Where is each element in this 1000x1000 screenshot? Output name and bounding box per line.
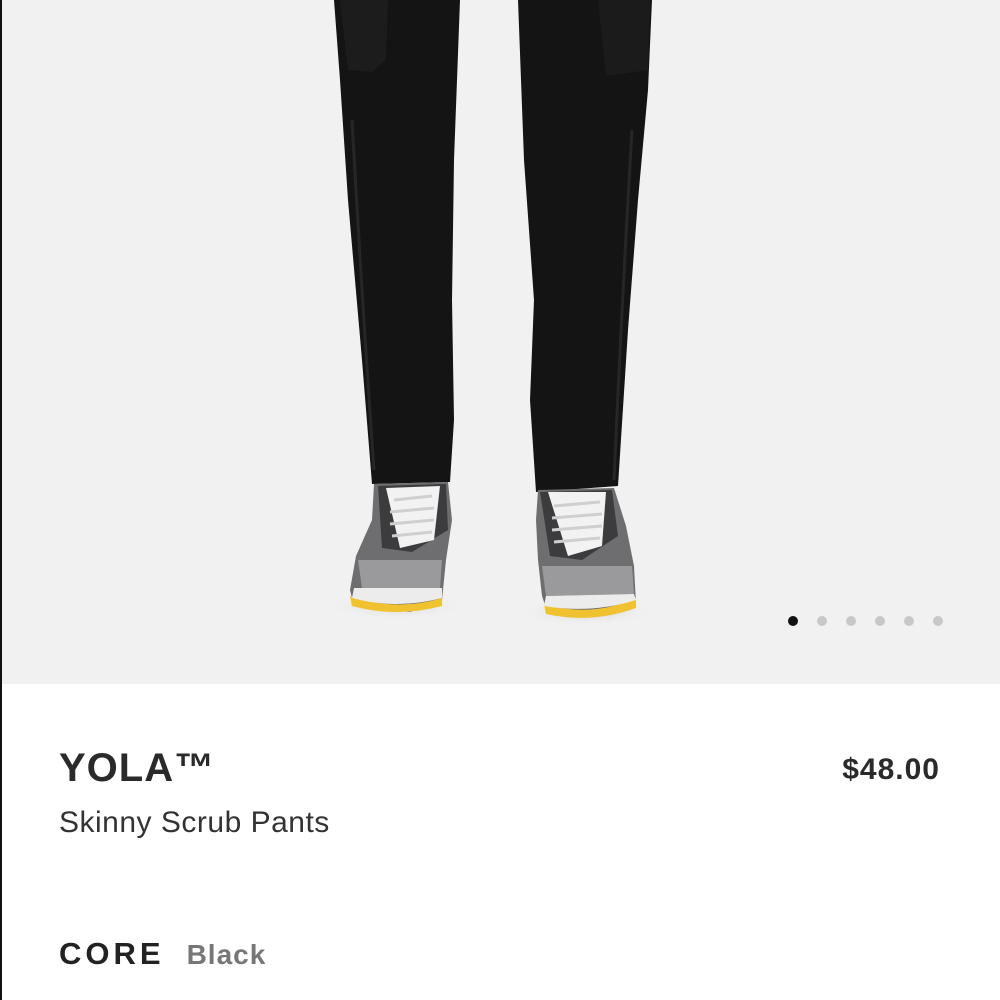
- carousel-dots: [788, 616, 943, 626]
- carousel-dot-4[interactable]: [875, 616, 885, 626]
- product-price: $48.00: [842, 753, 940, 786]
- carousel-dot-3[interactable]: [846, 616, 856, 626]
- product-page: YOLA™ $48.00 Skinny Scrub Pants CORE Bla…: [0, 0, 1000, 1000]
- collection-label: CORE: [59, 936, 165, 971]
- product-subtitle: Skinny Scrub Pants: [59, 806, 330, 839]
- carousel-dot-2[interactable]: [817, 616, 827, 626]
- product-name: YOLA™: [59, 746, 216, 790]
- product-image-gallery[interactable]: [2, 0, 1000, 684]
- carousel-dot-5[interactable]: [904, 616, 914, 626]
- color-label: Black: [186, 939, 267, 970]
- color-selection-row: CORE Black: [59, 936, 266, 972]
- carousel-dot-1[interactable]: [788, 616, 798, 626]
- product-photo: [2, 0, 1000, 684]
- carousel-dot-6[interactable]: [933, 616, 943, 626]
